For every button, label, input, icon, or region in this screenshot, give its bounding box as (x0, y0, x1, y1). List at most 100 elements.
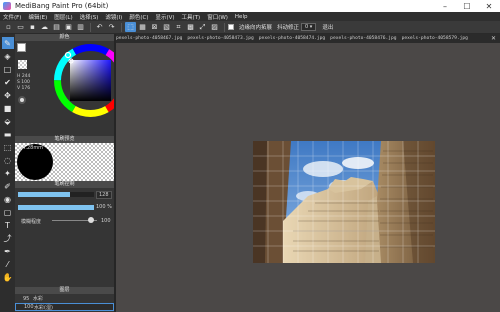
opacity-value: 100 % (96, 204, 112, 210)
brush-preview-canvas: 64.28mm (15, 143, 114, 181)
menu-edit[interactable]: 编辑(E) (28, 13, 47, 21)
pen-tool-icon[interactable]: ✔ (2, 76, 14, 88)
layer-row[interactable]: 95 水彩 (15, 295, 114, 303)
color-mode-icon[interactable] (18, 96, 26, 104)
menu-view[interactable]: 显示(V) (155, 13, 174, 21)
fill-icon[interactable]: ▩ (185, 22, 196, 32)
antialias-label: 边缘向内拓展 (239, 25, 273, 31)
menu-help[interactable]: Help (235, 14, 248, 20)
divide-tool-icon[interactable]: ▢ (2, 206, 14, 218)
size-slider[interactable] (18, 192, 94, 197)
menu-color[interactable]: 颜色(C) (129, 13, 148, 21)
menu-filter[interactable]: 滤镜(I) (105, 13, 122, 21)
layer-opacity: 100 (24, 304, 34, 310)
menu-layer[interactable]: 图层(L) (54, 13, 72, 21)
menu-window[interactable]: 窗口(W) (207, 13, 228, 21)
brush-tool-icon[interactable]: ✎ (1, 37, 14, 49)
antialias-checkbox[interactable] (228, 24, 234, 30)
eyedropper-alt-icon[interactable]: ⁄ (2, 258, 14, 270)
close-document-icon[interactable]: ✕ (491, 35, 496, 42)
size-value[interactable]: 128 (96, 191, 112, 199)
doc-tab[interactable]: pexels-photo-4058474.jpg (259, 36, 325, 41)
new-file-icon[interactable]: ▫ (3, 22, 14, 32)
eyedropper-tool-icon[interactable]: ✒ (2, 245, 14, 257)
size-slider-fill (18, 192, 70, 197)
exit-button[interactable]: 退出 (322, 23, 333, 31)
brush-settings-icon[interactable]: ▥ (75, 22, 86, 32)
grid-icon[interactable]: ▦ (137, 22, 148, 32)
redo-icon[interactable]: ↷ (106, 22, 117, 32)
doc-tab[interactable]: pexels-photo-4058579.jpg (402, 36, 468, 41)
brush-preview-panel: 笔刷预览 64.28mm (15, 136, 114, 181)
select-eraser-icon[interactable]: ◉ (2, 193, 14, 205)
opacity-slider[interactable] (18, 205, 94, 210)
menu-tools[interactable]: 工具(T) (182, 13, 201, 21)
primary-color-swatch[interactable] (17, 43, 26, 52)
select-pen-icon[interactable]: ✐ (2, 180, 14, 192)
tool-palette: ✎ ◈ □ ✔ ✥ ■ ⬙ ▬ ⬚ ◌ ✦ ✐ ◉ ▢ T ⤴ ✒ ⁄ ✋ (0, 34, 15, 312)
maximize-button[interactable]: ☐ (456, 2, 478, 11)
crop-icon[interactable]: ⌗ (173, 22, 184, 32)
window-title: MediBang Paint Pro (64bit) (15, 2, 109, 10)
doc-tab[interactable]: pexels-photo-4058473.jpg (187, 36, 253, 41)
share-icon[interactable]: ▣ (63, 22, 74, 32)
open-file-icon[interactable]: ▭ (15, 22, 26, 32)
bucket-tool-icon[interactable]: ⬙ (2, 115, 14, 127)
fill-rect-icon[interactable]: ■ (2, 102, 14, 114)
close-button[interactable]: ✕ (478, 2, 500, 11)
text-tool-icon[interactable]: T (2, 219, 14, 231)
brush-size-label: 64.28mm (19, 145, 44, 151)
opacity-slider-fill (18, 205, 94, 210)
menu-file[interactable]: 文件(F) (3, 13, 21, 21)
deselect-icon[interactable]: ⊠ (149, 22, 160, 32)
layers-title: 图层 (15, 287, 114, 294)
blur-slider-handle[interactable] (88, 217, 94, 223)
layer-name: 水彩(湿) (34, 304, 53, 311)
main-toolbar: ▫ ▭ ▪ ☁ ▤ ▣ ▥ ↶ ↷ ⬚ ▦ ⊠ ▧ ⌗ ▩ ⤢ ▨ 边缘向内拓展… (0, 21, 500, 34)
canvas-area[interactable] (116, 43, 500, 312)
stabilizer-select[interactable]: 0 ▾ (301, 23, 317, 31)
gradient-tool-icon[interactable]: ▬ (2, 128, 14, 140)
toolbar-divider (121, 22, 122, 32)
canvas-image[interactable] (253, 141, 435, 263)
selection-rect-icon[interactable]: ⬚ (125, 22, 136, 32)
layer-name: 水彩 (33, 296, 44, 302)
toolbar-divider (90, 22, 91, 32)
transform-icon[interactable]: ⤢ (197, 22, 208, 32)
export-icon[interactable]: ▤ (51, 22, 62, 32)
lasso-tool-icon[interactable]: ◌ (2, 154, 14, 166)
hsv-readout: H 244 S 100 V 176 (17, 74, 30, 92)
select-tool-icon[interactable]: ⬚ (2, 141, 14, 153)
dot-tool-icon[interactable]: □ (2, 63, 14, 75)
toolbar-divider (224, 22, 225, 32)
minimize-button[interactable]: – (434, 2, 456, 11)
brush-control-title: 笔刷控制 (15, 181, 114, 188)
save-icon[interactable]: ▪ (27, 22, 38, 32)
menu-bar: 文件(F) 编辑(E) 图层(L) 选择(S) 滤镜(I) 颜色(C) 显示(V… (0, 12, 500, 21)
eraser-tool-icon[interactable]: ◈ (2, 50, 14, 62)
left-building-shade (253, 141, 267, 263)
cloud (303, 161, 343, 177)
val-value: V 176 (17, 86, 31, 91)
document-tabs: pexels-photo-4058467.jpg pexels-photo-40… (116, 34, 500, 43)
doc-tab[interactable]: pexels-photo-4058467.jpg (116, 36, 182, 41)
magic-wand-icon[interactable]: ✦ (2, 167, 14, 179)
transparent-swatch[interactable] (18, 60, 27, 69)
layer-opacity: 95 (23, 295, 30, 302)
color-swatches (17, 43, 30, 56)
app-logo-icon (3, 2, 11, 10)
operation-tool-icon[interactable]: ⤴ (2, 232, 14, 244)
cloud-icon[interactable]: ☁ (39, 22, 50, 32)
stabilizer-value: 0 (305, 24, 309, 30)
invert-icon[interactable]: ▧ (161, 22, 172, 32)
snap-icon[interactable]: ▨ (209, 22, 220, 32)
hand-tool-icon[interactable]: ✋ (2, 271, 14, 283)
menu-select[interactable]: 选择(S) (80, 13, 99, 21)
layer-row-selected[interactable]: 100 水彩(湿) (15, 303, 114, 311)
blur-value: 100 (101, 218, 111, 224)
move-tool-icon[interactable]: ✥ (2, 89, 14, 101)
color-panel-title: 颜色 (15, 34, 114, 41)
undo-icon[interactable]: ↶ (94, 22, 105, 32)
brush-preview-title: 笔刷预览 (15, 136, 114, 143)
doc-tab[interactable]: pexels-photo-4058476.jpg (330, 36, 396, 41)
